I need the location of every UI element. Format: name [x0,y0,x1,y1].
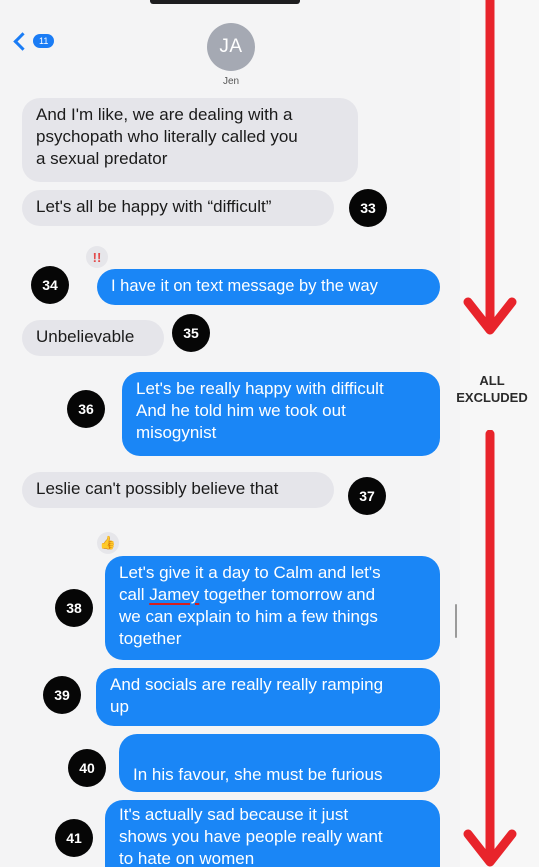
message-text: together [119,629,182,648]
sent-message[interactable]: It's actually sad because it just shows … [105,800,440,867]
annotation-text: EXCLUDED [456,390,528,405]
message-text: And I'm like, we are dealing with a [36,105,293,124]
message-text: to hate on women [119,849,255,867]
annotation-number-badge: 35 [172,314,210,352]
received-message[interactable]: Leslie can't possibly believe that [22,472,334,508]
annotation-text: ALL [479,373,505,388]
message-text: Let's be really happy with difficult [136,379,384,398]
messages-screen: 11 JA Jen And I'm like, we are dealing w… [0,0,460,867]
contact-name[interactable]: Jen [207,76,255,87]
message-text: misogynist [136,423,217,442]
message-text: I have it on text message by the way [111,277,378,295]
received-message[interactable]: Let's all be happy with “difficult” [22,190,334,226]
annotation-number-badge: 40 [68,749,106,787]
excluded-annotation: ALL EXCLUDED [445,372,539,406]
sent-message[interactable]: I have it on text message by the way [97,269,440,305]
annotation-number-badge: 33 [349,189,387,227]
unread-badge: 11 [33,34,55,48]
annotation-number-badge: 34 [31,266,69,304]
annotation-number-badge: 36 [67,390,105,428]
contact-avatar[interactable]: JA [207,23,255,71]
chevron-left-icon [13,31,32,51]
received-message[interactable]: And I'm like, we are dealing with a psyc… [22,98,358,182]
message-text: shows you have people really want [119,827,383,846]
scrollbar[interactable] [455,604,457,638]
message-text: up [110,697,129,716]
thumbs-up-tapback-icon[interactable]: 👍 [97,532,119,554]
message-text: we can explain to him a few things [119,607,378,626]
message-text: Let's all be happy with “difficult” [36,197,272,216]
message-text: psychopath who literally called you [36,127,298,146]
sent-message[interactable]: Let's be really happy with difficult And… [122,372,440,456]
annotation-number-badge: 39 [43,676,81,714]
status-notch [150,0,300,4]
annotation-number-badge: 38 [55,589,93,627]
message-text: And socials are really really ramping [110,675,384,694]
misspelled-word[interactable]: Jamey [149,585,199,604]
down-arrow-icon [463,0,517,335]
message-text-segment: call [119,585,150,604]
message-text: a sexual predator [36,149,168,168]
message-text: Let's give it a day to Calm and let's [119,563,381,582]
exclamation-tapback-icon[interactable]: !! [86,246,108,268]
back-button[interactable]: 11 [13,31,55,51]
message-text: It's actually sad because it just [119,805,349,824]
received-message[interactable]: Unbelievable [22,320,164,356]
sent-message[interactable]: And socials are really really ramping up [96,668,440,726]
message-text-segment: together tomorrow and [199,585,376,604]
message-text: Unbelievable [36,327,135,346]
message-text: And he told him we took out [136,401,346,420]
annotation-number-badge: 41 [55,819,93,857]
annotation-number-badge: 37 [348,477,386,515]
message-text: call Jamey together tomorrow and [119,584,426,606]
sent-message[interactable]: Let's give it a day to Calm and let's ca… [105,556,440,660]
message-text: Leslie can't possibly believe that [36,479,279,498]
message-text: In his favour, she must be furious [133,765,383,784]
sent-message[interactable]: In his favour, she must be furious [119,734,440,792]
down-arrow-icon [463,430,517,867]
